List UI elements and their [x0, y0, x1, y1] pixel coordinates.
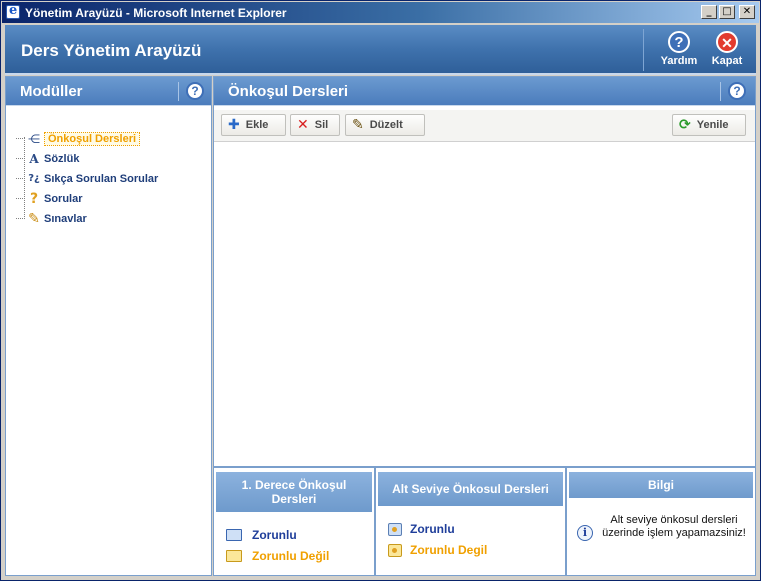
prerequisites-panel-header: Önkoşul Dersleri ?	[214, 77, 755, 106]
prerequisites-content-area[interactable]	[214, 143, 755, 465]
refresh-icon: ⟳	[679, 117, 691, 133]
window-titlebar[interactable]: Yönetim Arayüzü - Microsoft Internet Exp…	[2, 2, 759, 23]
pen-icon: ✎	[28, 211, 40, 227]
blue-folder-icon	[226, 529, 242, 541]
legend-label: Zorunlu Degil	[410, 543, 488, 557]
first-degree-required-legend: Zorunlu	[226, 528, 297, 542]
prerequisites-help-icon[interactable]: ?	[728, 82, 746, 100]
faq-icon: ?¿	[28, 173, 40, 184]
first-degree-not-required-legend: Zorunlu Değil	[226, 549, 329, 563]
help-label: Yardım	[660, 55, 698, 67]
legend-label: Zorunlu	[252, 528, 297, 542]
dictionary-a-icon: A	[29, 152, 39, 166]
modules-tree: ⋲ Önkoşul Dersleri A Sözlük ?¿ Sıkça Sor…	[16, 129, 158, 229]
blue-document-icon	[388, 522, 402, 536]
internet-explorer-icon	[6, 3, 20, 19]
prerequisite-tree-icon: ⋲	[28, 132, 40, 146]
add-button[interactable]: ✚ Ekle	[221, 114, 286, 136]
close-icon: ✕	[716, 31, 738, 53]
tree-item-questions[interactable]: ? Sorular	[16, 189, 158, 209]
info-message: Alt seviye önkosul dersleri üzerinde işl…	[602, 514, 746, 539]
modules-panel-header: Modüller ?	[6, 77, 211, 106]
browser-window: Yönetim Arayüzü - Microsoft Internet Exp…	[0, 0, 761, 581]
delete-label: Sil	[314, 119, 329, 131]
header-divider	[643, 29, 644, 71]
add-label: Ekle	[245, 119, 269, 131]
first-degree-title: 1. Derece Önkoşul Dersleri	[216, 472, 372, 512]
tree-item-label: Sınavlar	[44, 213, 87, 225]
edit-button[interactable]: ✎ Düzelt	[345, 114, 425, 136]
sub-level-panel: Alt Seviye Önkosul Dersleri Zorunlu Zoru…	[376, 470, 565, 575]
minimize-button[interactable]: _	[701, 5, 717, 19]
sub-level-required-legend: Zorunlu	[388, 522, 455, 536]
help-icon: ?	[668, 31, 690, 53]
tree-item-exams[interactable]: ✎ Sınavlar	[16, 209, 158, 229]
legend-label: Zorunlu	[410, 522, 455, 536]
window-controls: _ □ ✕	[701, 5, 755, 19]
edit-icon: ✎	[352, 117, 364, 133]
yellow-document-icon	[388, 543, 402, 557]
tree-item-label: Sözlük	[44, 153, 80, 165]
close-button[interactable]: ✕ Kapat	[705, 31, 749, 67]
tree-item-prerequisites[interactable]: ⋲ Önkoşul Dersleri	[16, 129, 158, 149]
delete-button[interactable]: ✕ Sil	[290, 114, 340, 136]
info-title: Bilgi	[569, 472, 753, 498]
app-header: Ders Yönetim Arayüzü ? Yardım ✕ Kapat	[5, 25, 756, 75]
info-panels: 1. Derece Önkoşul Dersleri Zorunlu Zorun…	[214, 466, 755, 575]
add-icon: ✚	[228, 117, 240, 133]
info-icon: i	[577, 525, 593, 541]
close-label: Kapat	[711, 55, 743, 67]
modules-help-icon[interactable]: ?	[186, 82, 204, 100]
yellow-folder-icon	[226, 550, 242, 562]
edit-label: Düzelt	[369, 119, 403, 131]
window-title: Yönetim Arayüzü - Microsoft Internet Exp…	[25, 6, 287, 20]
info-panel: Bilgi i Alt seviye önkosul dersleri üzer…	[567, 470, 755, 575]
tree-item-dictionary[interactable]: A Sözlük	[16, 149, 158, 169]
prerequisites-title: Önkoşul Dersleri	[228, 83, 349, 100]
prerequisites-header-divider	[720, 82, 721, 101]
tree-item-label: Sıkça Sorulan Sorular	[44, 173, 159, 185]
maximize-button[interactable]: □	[719, 5, 735, 19]
modules-panel: Modüller ? ⋲ Önkoşul Dersleri A Sözlük ?…	[5, 76, 212, 576]
tree-item-label: Önkoşul Dersleri	[44, 132, 141, 146]
delete-icon: ✕	[297, 117, 309, 133]
tree-item-label: Sorular	[44, 193, 83, 205]
modules-title: Modüller	[20, 83, 83, 100]
modules-header-divider	[178, 82, 179, 101]
app-title: Ders Yönetim Arayüzü	[21, 41, 202, 60]
sub-level-not-required-legend: Zorunlu Degil	[388, 543, 487, 557]
toolbar: ✚ Ekle ✕ Sil ✎ Düzelt ⟳ Yenile	[214, 110, 755, 142]
sub-level-title: Alt Seviye Önkosul Dersleri	[378, 472, 563, 506]
refresh-button[interactable]: ⟳ Yenile	[672, 114, 746, 136]
window-close-button[interactable]: ✕	[739, 5, 755, 19]
refresh-label: Yenile	[696, 119, 729, 131]
legend-label: Zorunlu Değil	[252, 549, 330, 563]
help-button[interactable]: ? Yardım	[657, 31, 701, 67]
first-degree-panel: 1. Derece Önkoşul Dersleri Zorunlu Zorun…	[214, 470, 374, 575]
question-icon: ?	[29, 191, 39, 207]
tree-item-faq[interactable]: ?¿ Sıkça Sorulan Sorular	[16, 169, 158, 189]
prerequisites-panel: Önkoşul Dersleri ? ✚ Ekle ✕ Sil ✎ Düzelt…	[213, 76, 756, 576]
